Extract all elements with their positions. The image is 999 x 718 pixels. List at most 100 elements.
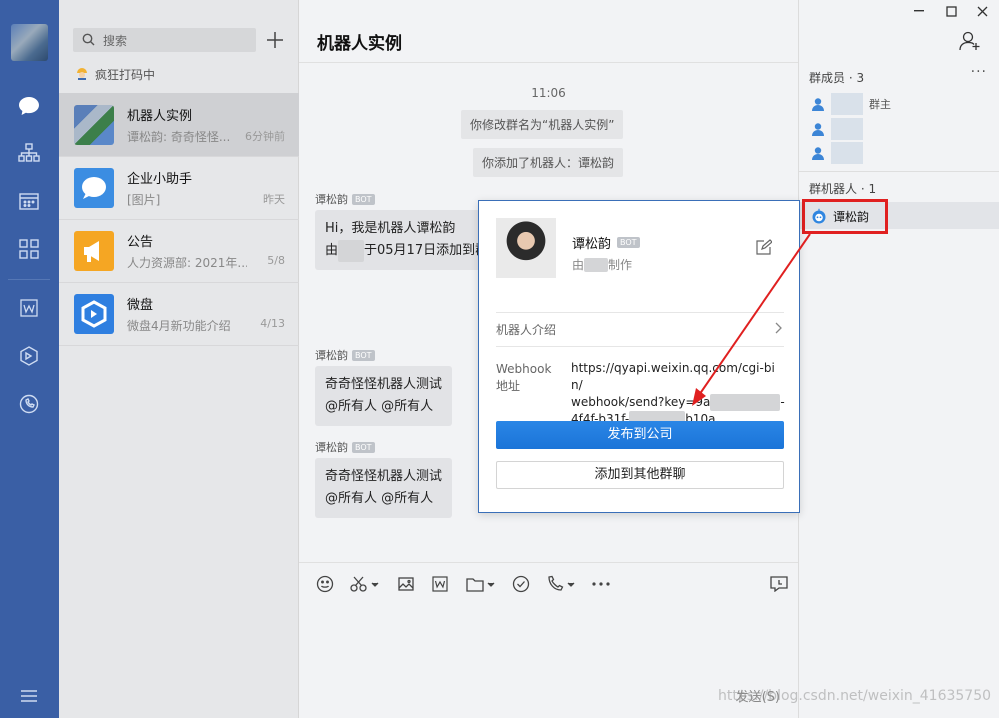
folder-icon[interactable] <box>465 575 497 593</box>
chat-bubble-icon[interactable] <box>17 94 41 118</box>
session-name: 公告 <box>127 235 154 250</box>
header-divider <box>299 62 798 63</box>
hamburger-icon[interactable] <box>17 684 41 708</box>
member-item[interactable] <box>811 118 863 140</box>
weipan-cube-icon <box>81 300 107 328</box>
add-to-other-groups-button[interactable]: 添加到其他群聊 <box>496 461 784 489</box>
members-more-icon[interactable]: ··· <box>971 64 987 80</box>
redacted-text: x <box>710 394 781 411</box>
add-member-icon[interactable] <box>959 30 981 56</box>
session-item-assistant[interactable]: 企业小助手 [图片] 昨天 <box>59 156 299 219</box>
session-divider <box>59 345 299 346</box>
check-circle-icon[interactable] <box>511 575 531 593</box>
message-timestamp: 11:06 <box>531 86 566 100</box>
edit-icon[interactable] <box>756 239 773 259</box>
status-text: 疯狂打码中 <box>95 68 156 82</box>
message-sender[interactable]: 谭松韵 BOT <box>315 191 375 207</box>
webhook-text: webhook/send?key=9a <box>571 395 711 409</box>
message-history-icon[interactable] <box>769 575 789 593</box>
redacted-text: xx <box>338 240 365 262</box>
rail-divider <box>8 279 50 280</box>
redacted-name <box>831 142 863 164</box>
word-doc-icon[interactable] <box>17 296 41 320</box>
robot-name-text: 谭松韵 <box>572 237 612 252</box>
doc-icon[interactable] <box>430 575 450 593</box>
session-item-weipan[interactable]: 微盘 微盘4月新功能介绍 4/13 <box>59 282 299 345</box>
chevron-right-icon[interactable] <box>775 322 783 338</box>
member-item[interactable]: 群主 <box>811 93 891 115</box>
person-icon <box>811 122 825 136</box>
add-button[interactable] <box>263 28 287 52</box>
card-robot-name: 谭松韵 BOT <box>572 233 640 252</box>
announcement-avatar <box>74 231 114 271</box>
robots-header: 群机器人 · 1 <box>809 182 877 196</box>
webhook-label: Webhook 地址 <box>496 361 551 395</box>
redacted-text: xx <box>584 258 609 272</box>
session-time: 昨天 <box>263 193 285 206</box>
speech-bubble-icon <box>82 177 106 199</box>
watermark-text: https://blog.csdn.net/weixin_41635750 <box>718 688 992 704</box>
group-avatar <box>74 105 114 145</box>
card-maker: 由xx制作 <box>572 256 632 273</box>
session-item-robot-example[interactable]: 机器人实例 谭松韵: 奇奇怪怪... 6分钟前 <box>59 93 299 156</box>
group-divider <box>799 171 999 172</box>
bot-tag: BOT <box>352 349 375 361</box>
annotation-highlight-box <box>802 199 888 234</box>
system-message-add-bot: 你添加了机器人：谭松韵 <box>473 148 624 177</box>
megaphone-icon <box>84 241 99 262</box>
calendar-icon[interactable] <box>17 189 41 213</box>
sender-name: 谭松韵 <box>315 193 348 206</box>
weipan-avatar <box>74 294 114 334</box>
bot-tag: BOT <box>617 237 640 248</box>
message-bubble[interactable]: 奇奇怪怪机器人测试 @所有人 @所有人 <box>315 366 453 426</box>
image-icon[interactable] <box>396 575 416 593</box>
member-item[interactable] <box>811 142 863 164</box>
more-icon[interactable] <box>591 575 611 593</box>
org-chart-icon[interactable] <box>17 141 41 165</box>
maker-text: 由 <box>572 258 585 272</box>
screenshot-scissors-icon[interactable] <box>348 575 380 593</box>
nav-rail <box>0 0 59 718</box>
webhook-label-text: Webhook <box>496 362 552 376</box>
session-time: 6分钟前 <box>245 130 285 143</box>
phone-icon[interactable] <box>17 392 41 416</box>
message-text: 于05月17日添加到群 <box>364 243 485 258</box>
session-time: 5/8 <box>267 254 285 267</box>
card-divider <box>496 346 784 347</box>
redacted-name <box>831 118 863 140</box>
redacted-name <box>831 93 863 115</box>
webhook-label-text: 地址 <box>496 379 521 393</box>
publish-to-company-button[interactable]: 发布到公司 <box>496 421 784 449</box>
message-line: 奇奇怪怪机器人测试 <box>325 469 443 484</box>
webhook-url-line: webhook/send?key=9ax- <box>571 394 785 411</box>
chat-title: 机器人实例 <box>317 34 402 54</box>
person-icon <box>811 97 825 111</box>
phone-call-icon[interactable] <box>545 575 577 593</box>
sender-name: 谭松韵 <box>315 349 348 362</box>
members-header: 群成员 · 3 <box>809 71 865 85</box>
session-name: 机器人实例 <box>127 109 193 124</box>
assistant-avatar <box>74 168 114 208</box>
maximize-icon[interactable] <box>943 4 959 18</box>
message-bubble[interactable]: Hi，我是机器人谭松韵 由xx于05月17日添加到群 <box>315 210 485 270</box>
cube-icon[interactable] <box>17 344 41 368</box>
system-message-rename: 你修改群名为“机器人实例” <box>461 110 624 139</box>
message-sender[interactable]: 谭松韵 BOT <box>315 347 375 363</box>
session-item-announcement[interactable]: 公告 人力资源部: 2021年... 5/8 <box>59 219 299 282</box>
search-input[interactable]: 搜索 <box>73 28 256 52</box>
person-icon <box>811 146 825 160</box>
session-name: 微盘 <box>127 298 154 313</box>
message-line: @所有人 @所有人 <box>325 491 434 506</box>
robot-profile-card: 谭松韵 BOT 由xx制作 机器人介绍 Webhook 地址 https://q… <box>478 200 800 513</box>
minimize-icon[interactable] <box>911 4 927 18</box>
grid-icon[interactable] <box>17 237 41 261</box>
robot-intro-link[interactable]: 机器人介绍 <box>496 321 556 338</box>
webhook-url[interactable]: https://qyapi.weixin.qq.com/cgi-bin/ web… <box>571 360 785 428</box>
message-bubble[interactable]: 奇奇怪怪机器人测试 @所有人 @所有人 <box>315 458 453 518</box>
close-icon[interactable] <box>974 4 990 18</box>
message-sender[interactable]: 谭松韵 BOT <box>315 439 375 455</box>
user-avatar[interactable] <box>11 24 48 61</box>
emoji-icon[interactable] <box>315 575 335 593</box>
user-status[interactable]: 疯狂打码中 <box>75 66 155 83</box>
session-name: 企业小助手 <box>127 172 193 187</box>
